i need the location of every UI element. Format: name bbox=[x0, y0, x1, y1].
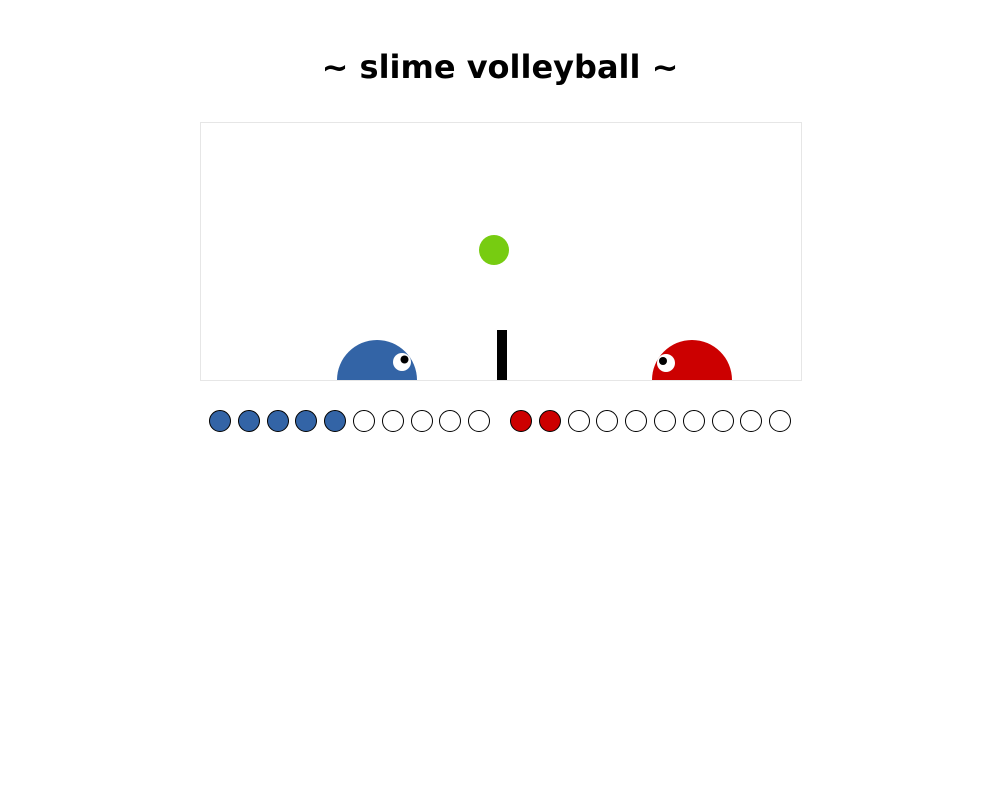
left-score-pip bbox=[266, 410, 289, 432]
right-score-pip bbox=[596, 410, 619, 432]
right-score-pip bbox=[510, 410, 532, 432]
right-score-pip bbox=[740, 410, 763, 432]
left-score-pip bbox=[468, 410, 491, 432]
game-court[interactable] bbox=[200, 122, 802, 381]
left-score-pip bbox=[381, 410, 404, 432]
left-score-pip bbox=[353, 410, 375, 432]
left-slime bbox=[337, 340, 417, 380]
net bbox=[497, 330, 507, 380]
right-score-pip bbox=[625, 410, 648, 432]
left-score-pip bbox=[209, 410, 231, 432]
right-score-pip bbox=[538, 410, 561, 432]
right-slime bbox=[652, 340, 732, 380]
right-score-pip bbox=[682, 410, 705, 432]
right-score-pip bbox=[711, 410, 734, 432]
left-score-pip bbox=[439, 410, 462, 432]
ball bbox=[479, 235, 509, 265]
scoreboard bbox=[209, 410, 793, 434]
left-score-pip bbox=[237, 410, 260, 432]
page-title: ~ slime volleyball ~ bbox=[321, 48, 679, 86]
right-score-pip bbox=[769, 410, 792, 432]
left-score-pip bbox=[295, 410, 318, 432]
left-slime-pupil bbox=[400, 355, 409, 364]
right-score-pip bbox=[654, 410, 676, 432]
right-score-pip bbox=[567, 410, 590, 432]
right-slime-pupil bbox=[659, 357, 667, 365]
court-canvas bbox=[337, 235, 732, 380]
left-score-pip bbox=[324, 410, 347, 432]
left-score-pip bbox=[410, 410, 433, 432]
